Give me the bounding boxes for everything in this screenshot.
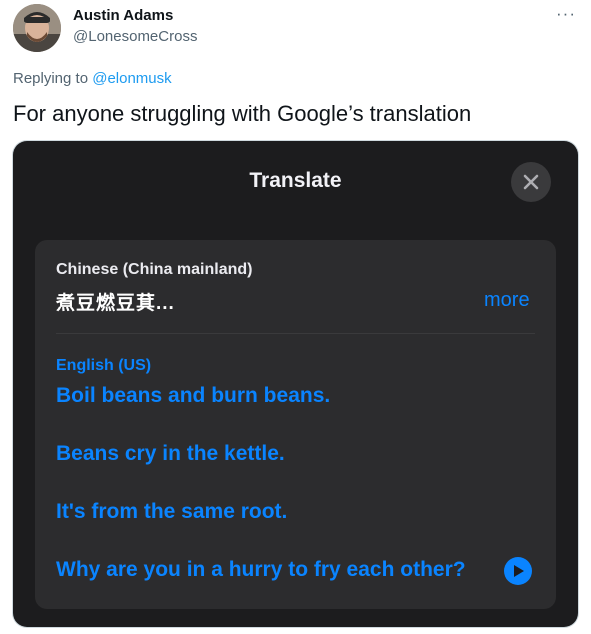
author-handle[interactable]: @LonesomeCross — [73, 28, 197, 45]
replying-to: Replying to @elonmusk — [13, 70, 172, 87]
replying-prefix: Replying to — [13, 70, 89, 87]
avatar-image — [13, 4, 61, 52]
more-button[interactable]: more — [484, 289, 530, 312]
source-language: Chinese (China mainland) — [56, 261, 253, 278]
close-icon — [523, 174, 539, 190]
play-icon — [514, 565, 524, 577]
source-text: 煮豆燃豆萁... — [56, 293, 175, 314]
translate-title: Translate — [249, 169, 342, 192]
translation-line: Why are you in a hurry to fry each other… — [56, 558, 466, 581]
avatar[interactable] — [13, 4, 61, 52]
translation-line: Boil beans and burn beans. — [56, 384, 331, 407]
tweet-text: For anyone struggling with Google’s tran… — [13, 101, 472, 126]
tweet-media-image[interactable]: Translate Chinese (China mainland) 煮豆燃豆萁… — [13, 141, 578, 627]
replying-to-link[interactable]: @elonmusk — [92, 70, 171, 87]
translation-line: It's from the same root. — [56, 500, 288, 523]
translation-line: Beans cry in the kettle. — [56, 442, 285, 465]
close-button[interactable] — [511, 162, 551, 202]
more-horizontal-icon[interactable]: ··· — [556, 4, 576, 24]
play-button[interactable] — [504, 557, 532, 585]
target-language: English (US) — [56, 357, 152, 374]
translation-card: Chinese (China mainland) 煮豆燃豆萁... more E… — [35, 240, 556, 609]
author-name[interactable]: Austin Adams — [73, 7, 173, 24]
divider — [56, 333, 535, 334]
